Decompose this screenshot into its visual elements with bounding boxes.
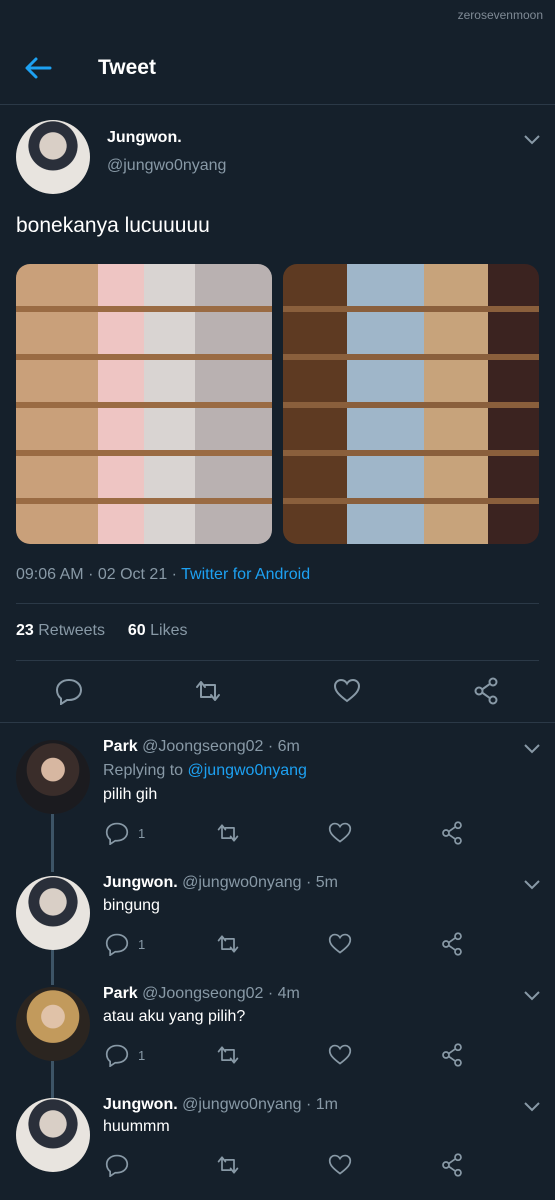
divider [16, 603, 539, 604]
divider [16, 660, 539, 661]
reply-avatar[interactable] [16, 876, 90, 950]
reply-count: 1 [138, 1048, 146, 1063]
retweet-icon[interactable] [216, 932, 240, 956]
tweet-photo-1[interactable] [16, 264, 272, 544]
reply-count: 1 [138, 937, 146, 952]
reply-time: 4m [277, 985, 300, 1002]
reply-author-handle[interactable]: @jungwo0nyang [182, 1096, 301, 1113]
tweet-meta: 09:06 AM · 02 Oct 21 · Twitter for Andro… [16, 566, 310, 584]
reply-header: Park @Joongseong02 · 4m [103, 985, 300, 1003]
reply-header: Jungwon. @jungwo0nyang · 1m [103, 1096, 338, 1114]
reply-author-name[interactable]: Park [103, 738, 138, 755]
tweet-text: bonekanya lucuuuuu [16, 214, 210, 237]
reply-text: pilih gih [103, 786, 158, 803]
retweets-label[interactable]: Retweets [38, 622, 105, 639]
thread-line [51, 950, 54, 985]
reply-header: Jungwon. @jungwo0nyang · 5m [103, 874, 338, 892]
replying-to: Replying to @jungwo0nyang [103, 762, 307, 780]
meta-separator: · [171, 566, 182, 583]
reply-avatar[interactable] [16, 987, 90, 1061]
thread-line [51, 814, 54, 872]
thread-line [51, 1061, 54, 1098]
reply-avatar[interactable] [16, 1098, 90, 1172]
retweet-icon[interactable] [194, 677, 222, 705]
reply-text: atau aku yang pilih? [103, 1008, 246, 1025]
reply-separator: · [267, 985, 274, 1002]
replying-to-link[interactable]: @jungwo0nyang [188, 762, 307, 779]
like-icon[interactable] [328, 1043, 352, 1067]
likes-label[interactable]: Likes [150, 622, 187, 639]
tweet-source-link[interactable]: Twitter for Android [181, 566, 310, 583]
retweet-icon[interactable] [216, 1153, 240, 1177]
reply-author-name[interactable]: Jungwon. [103, 1096, 178, 1113]
chevron-down-icon[interactable] [523, 1101, 541, 1113]
meta-separator: · [88, 566, 98, 583]
share-icon[interactable] [440, 821, 464, 845]
reply-author-name[interactable]: Park [103, 985, 138, 1002]
reply-time: 6m [277, 738, 300, 755]
reply-separator: · [267, 738, 274, 755]
reply-text: huummm [103, 1118, 170, 1135]
reply-separator: · [306, 1096, 312, 1113]
chevron-down-icon[interactable] [523, 134, 541, 146]
replying-to-label: Replying to [103, 762, 184, 779]
share-icon[interactable] [472, 677, 500, 705]
author-handle[interactable]: @jungwo0nyang [107, 157, 226, 175]
reply-icon[interactable] [105, 1043, 129, 1067]
reply-author-name[interactable]: Jungwon. [103, 874, 178, 891]
like-icon[interactable] [328, 1153, 352, 1177]
author-name[interactable]: Jungwon. [107, 129, 182, 147]
retweet-icon[interactable] [216, 821, 240, 845]
reply-author-handle[interactable]: @Joongseong02 [142, 738, 263, 755]
reply-author-handle[interactable]: @jungwo0nyang [182, 874, 301, 891]
reply-text: bingung [103, 897, 160, 914]
share-icon[interactable] [440, 1153, 464, 1177]
reply-separator: · [306, 874, 312, 891]
retweet-icon[interactable] [216, 1043, 240, 1067]
chevron-down-icon[interactable] [523, 879, 541, 891]
chevron-down-icon[interactable] [523, 990, 541, 1002]
reply-icon[interactable] [55, 677, 83, 705]
share-icon[interactable] [440, 932, 464, 956]
like-icon[interactable] [328, 821, 352, 845]
page-title: Tweet [98, 56, 156, 79]
retweet-count[interactable]: 23 [16, 622, 34, 639]
share-icon[interactable] [440, 1043, 464, 1067]
like-count[interactable]: 60 [128, 622, 146, 639]
author-avatar[interactable] [16, 120, 90, 194]
reply-count: 1 [138, 826, 146, 841]
reply-time: 5m [315, 874, 339, 891]
tweet-photo-2[interactable] [283, 264, 539, 544]
top-bar: Tweet [0, 30, 555, 105]
back-arrow-icon[interactable] [22, 54, 54, 82]
reply-author-handle[interactable]: @Joongseong02 [142, 985, 263, 1002]
reply-icon[interactable] [105, 821, 129, 845]
tweet-date: 02 Oct 21 [97, 566, 168, 583]
like-icon[interactable] [333, 677, 361, 705]
tweet-stats: 23 Retweets 60 Likes [16, 622, 187, 640]
like-icon[interactable] [328, 932, 352, 956]
chevron-down-icon[interactable] [523, 743, 541, 755]
tweet-time: 09:06 AM [16, 566, 84, 583]
reply-time: 1m [315, 1096, 339, 1113]
reply-icon[interactable] [105, 932, 129, 956]
reply-header: Park @Joongseong02 · 6m [103, 738, 300, 756]
watermark: zerosevenmoon [457, 8, 543, 22]
reply-avatar[interactable] [16, 740, 90, 814]
divider [0, 722, 555, 723]
reply-icon[interactable] [105, 1153, 129, 1177]
